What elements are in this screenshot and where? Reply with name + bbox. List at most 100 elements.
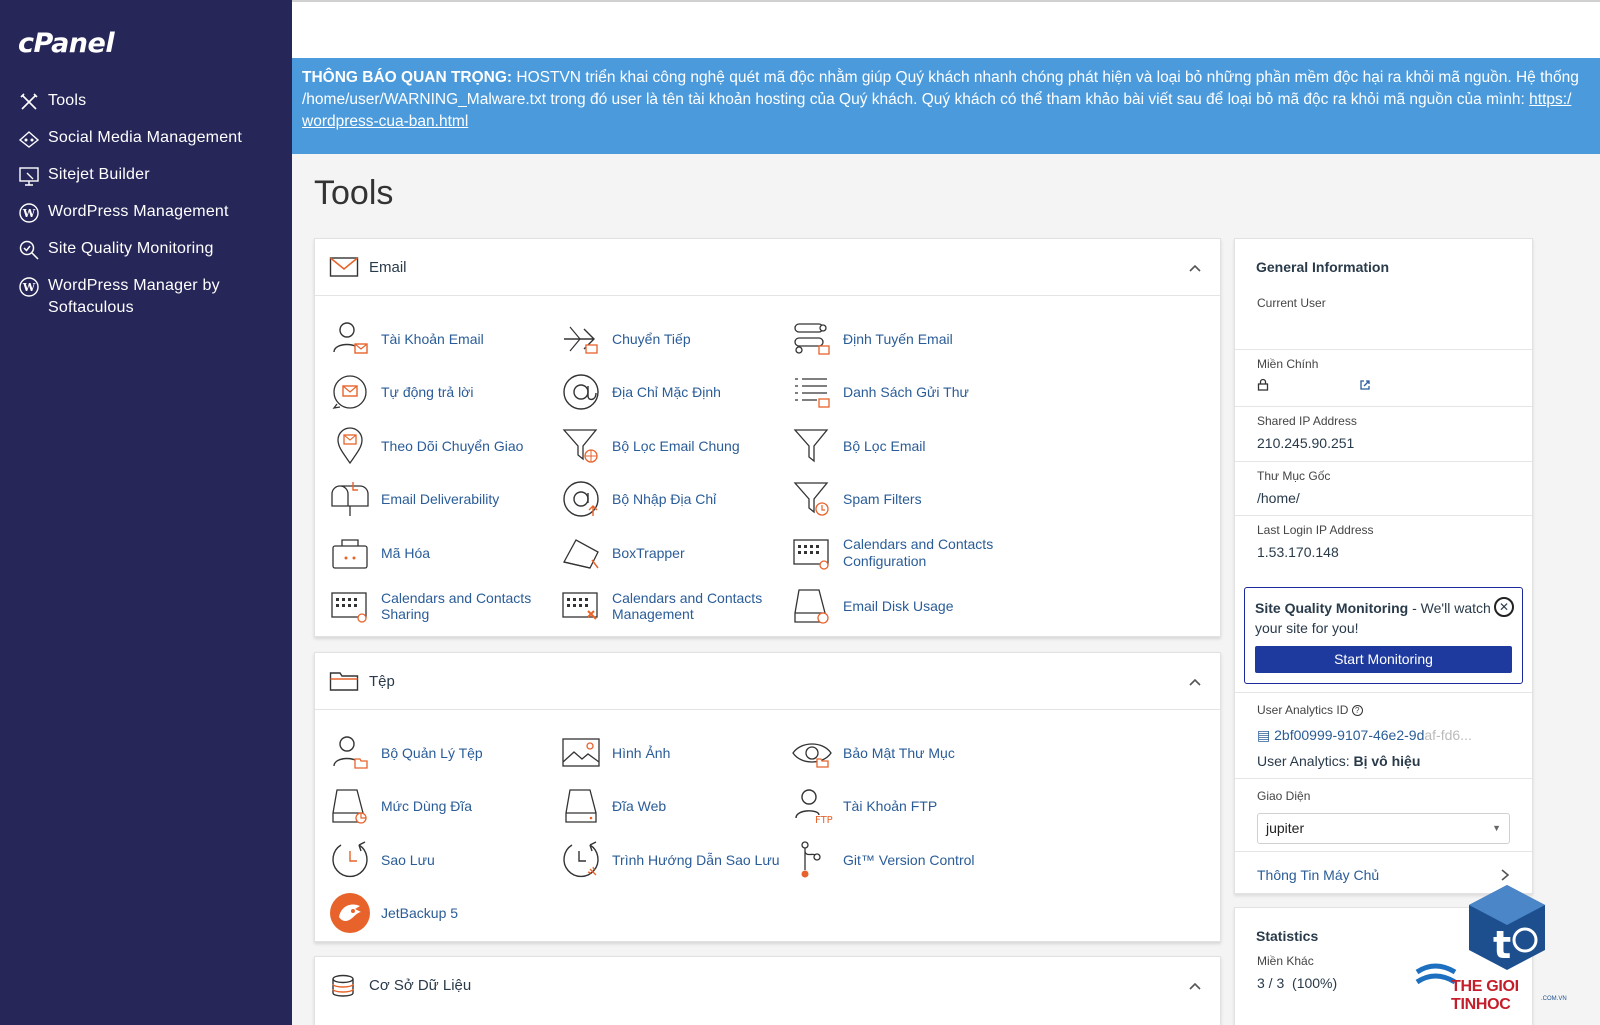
tool-web-disk[interactable]: Đĩa Web [560,780,791,834]
chevron-up-icon[interactable] [1188,979,1202,993]
tool-jetbackup[interactable]: JetBackup 5 [329,887,560,941]
last-login-row: Last Login IP Address 1.53.170.148 [1235,515,1532,579]
database-panel-header[interactable]: Cơ Sở Dữ Liệu [315,957,1220,1014]
sitejet-icon [18,165,40,187]
sqm-title: Site Quality Monitoring [1255,600,1409,616]
svg-text:W: W [22,207,36,220]
sidebar-item-label: Tools [48,92,87,109]
tool-label: Chuyển Tiếp [612,330,691,347]
calendar-sharing-icon [329,585,371,627]
tool-forwarders[interactable]: Chuyển Tiếp [560,312,791,366]
sidebar-item-tools[interactable]: Tools [0,90,292,127]
tool-label: Calendars and Contacts Sharing [381,589,532,623]
tool-email-deliverability[interactable]: Email Deliverability [329,473,560,527]
theme-select[interactable]: jupiter ▼ [1257,813,1510,844]
sidebar-item-site-quality[interactable]: Site Quality Monitoring [0,238,292,275]
tool-disk-usage[interactable]: Mức Dùng Đĩa [329,780,560,834]
sidebar-item-label: WordPress Management [48,203,229,220]
user-analytics-row: User Analytics ID ? ▤ 2bf00999-9107-46e2… [1235,692,1532,778]
default-address-icon [560,371,602,413]
encryption-icon [329,532,371,574]
svg-text:t: t [1493,923,1511,967]
envelope-icon [329,255,359,279]
tool-track-delivery[interactable]: Theo Dõi Chuyển Giao [329,419,560,473]
tool-directory-privacy[interactable]: Bảo Mật Thư Mục [791,726,1022,780]
tool-ftp-accounts[interactable]: FTP Tài Khoản FTP [791,780,1022,834]
tool-email-filters[interactable]: Bộ Lọc Email [791,419,1022,473]
social-media-icon [18,128,40,150]
user-analytics-id: 2bf00999-9107-46e2-9d [1274,727,1425,743]
git-icon [791,839,833,881]
start-monitoring-button[interactable]: Start Monitoring [1255,646,1512,673]
notice-heading: THÔNG BÁO QUAN TRỌNG: [302,69,513,86]
page-title: Tools [314,174,394,212]
tool-label: Bộ Nhập Địa Chỉ [612,491,717,507]
important-notice-banner: THÔNG BÁO QUAN TRỌNG: HOSTVN triển khai … [292,58,1600,154]
tool-address-importer[interactable]: Bộ Nhập Địa Chỉ [560,473,791,527]
files-panel-header[interactable]: Tệp [315,653,1220,710]
sidebar-item-label: Social Media Management [48,129,243,146]
tool-autoresponders[interactable]: Tự động trả lời [329,366,560,420]
addon-domains-percent: (100%) [1292,975,1338,991]
tool-spam-filters[interactable]: Spam Filters [791,473,1022,527]
close-icon[interactable]: ✕ [1494,597,1514,617]
sidebar-nav: Tools Social Media Management Sitejet Bu… [0,90,292,329]
tool-calendar-config[interactable]: Calendars and Contacts Configuration [791,526,1022,580]
user-analytics-label: User Analytics ID [1257,703,1349,717]
tool-images[interactable]: Hình Ảnh [560,726,791,780]
tool-label: Bộ Lọc Email [843,437,926,454]
mailing-lists-icon [791,371,833,413]
tool-global-email-filters[interactable]: Bộ Lọc Email Chung [560,419,791,473]
external-link-icon[interactable] [1359,378,1371,394]
email-panel-header[interactable]: Email [315,239,1220,296]
chevron-up-icon[interactable] [1188,675,1202,689]
tool-label: Git™ Version Control [843,851,975,868]
current-user-label: Current User [1257,296,1326,310]
notice-link[interactable]: https:/ [1529,91,1571,108]
backup-icon [329,839,371,881]
tool-email-disk-usage[interactable]: Email Disk Usage [791,580,1022,634]
notice-link-tail[interactable]: wordpress-cua-ban.html [302,113,468,130]
tool-boxtrapper[interactable]: BoxTrapper [560,526,791,580]
tool-default-address[interactable]: Địa Chỉ Mặc Định [560,366,791,420]
tool-encryption[interactable]: Mã Hóa [329,526,560,580]
tool-label: Email Deliverability [381,491,500,507]
chevron-up-icon[interactable] [1188,261,1202,275]
panel-title: Tệp [369,672,395,690]
sidebar-item-wordpress-softaculous[interactable]: W WordPress Manager by Softaculous [0,275,292,329]
wordpress-icon: W [18,276,40,298]
tool-calendar-management[interactable]: Calendars and Contacts Management [560,580,791,634]
sidebar-item-social-media[interactable]: Social Media Management [0,127,292,164]
tool-backup[interactable]: Sao Lưu [329,833,560,887]
panel-title: Cơ Sở Dữ Liệu [369,977,472,994]
addon-domains-value: 3 / 3 [1257,975,1285,991]
forwarders-icon [560,318,602,360]
calendar-config-icon [791,532,833,574]
copy-icon[interactable]: ▤ [1257,727,1270,743]
watermark-subtext: .COM.VN [1541,996,1567,1002]
home-directory-value: /home/ [1257,490,1300,506]
tool-label: Tài Khoản FTP [843,798,938,814]
notice-text-line1: HOSTVN triển khai công nghệ quét mã độc … [512,69,1579,86]
dropdown-arrow-icon: ▼ [1492,823,1501,833]
address-importer-icon [560,478,602,520]
tool-email-routing[interactable]: Định Tuyến Email [791,312,1022,366]
help-icon[interactable]: ? [1351,705,1363,717]
tool-file-manager[interactable]: Bộ Quản Lý Tệp [329,726,560,780]
panel-title: Email [369,258,407,276]
sidebar-item-sitejet[interactable]: Sitejet Builder [0,164,292,201]
tool-calendar-sharing[interactable]: Calendars and Contacts Sharing [329,580,560,634]
user-analytics-id-faded: af-fd6... [1424,727,1472,743]
sidebar-item-wordpress-management[interactable]: W WordPress Management [0,201,292,238]
tool-backup-wizard[interactable]: Trình Hướng Dẫn Sao Lưu [560,833,791,887]
wordpress-icon: W [18,202,40,224]
tool-label: Bảo Mật Thư Mục [843,744,955,761]
images-icon [560,732,602,774]
tool-git[interactable]: Git™ Version Control [791,833,1022,887]
autoresponders-icon [329,371,371,413]
tool-email-accounts[interactable]: Tài Khoản Email [329,312,560,366]
tool-mailing-lists[interactable]: Danh Sách Gửi Thư [791,366,1022,420]
database-icon [329,974,359,998]
user-analytics-status-label: User Analytics: [1257,753,1354,769]
cpanel-logo[interactable]: cPanel [18,28,115,59]
